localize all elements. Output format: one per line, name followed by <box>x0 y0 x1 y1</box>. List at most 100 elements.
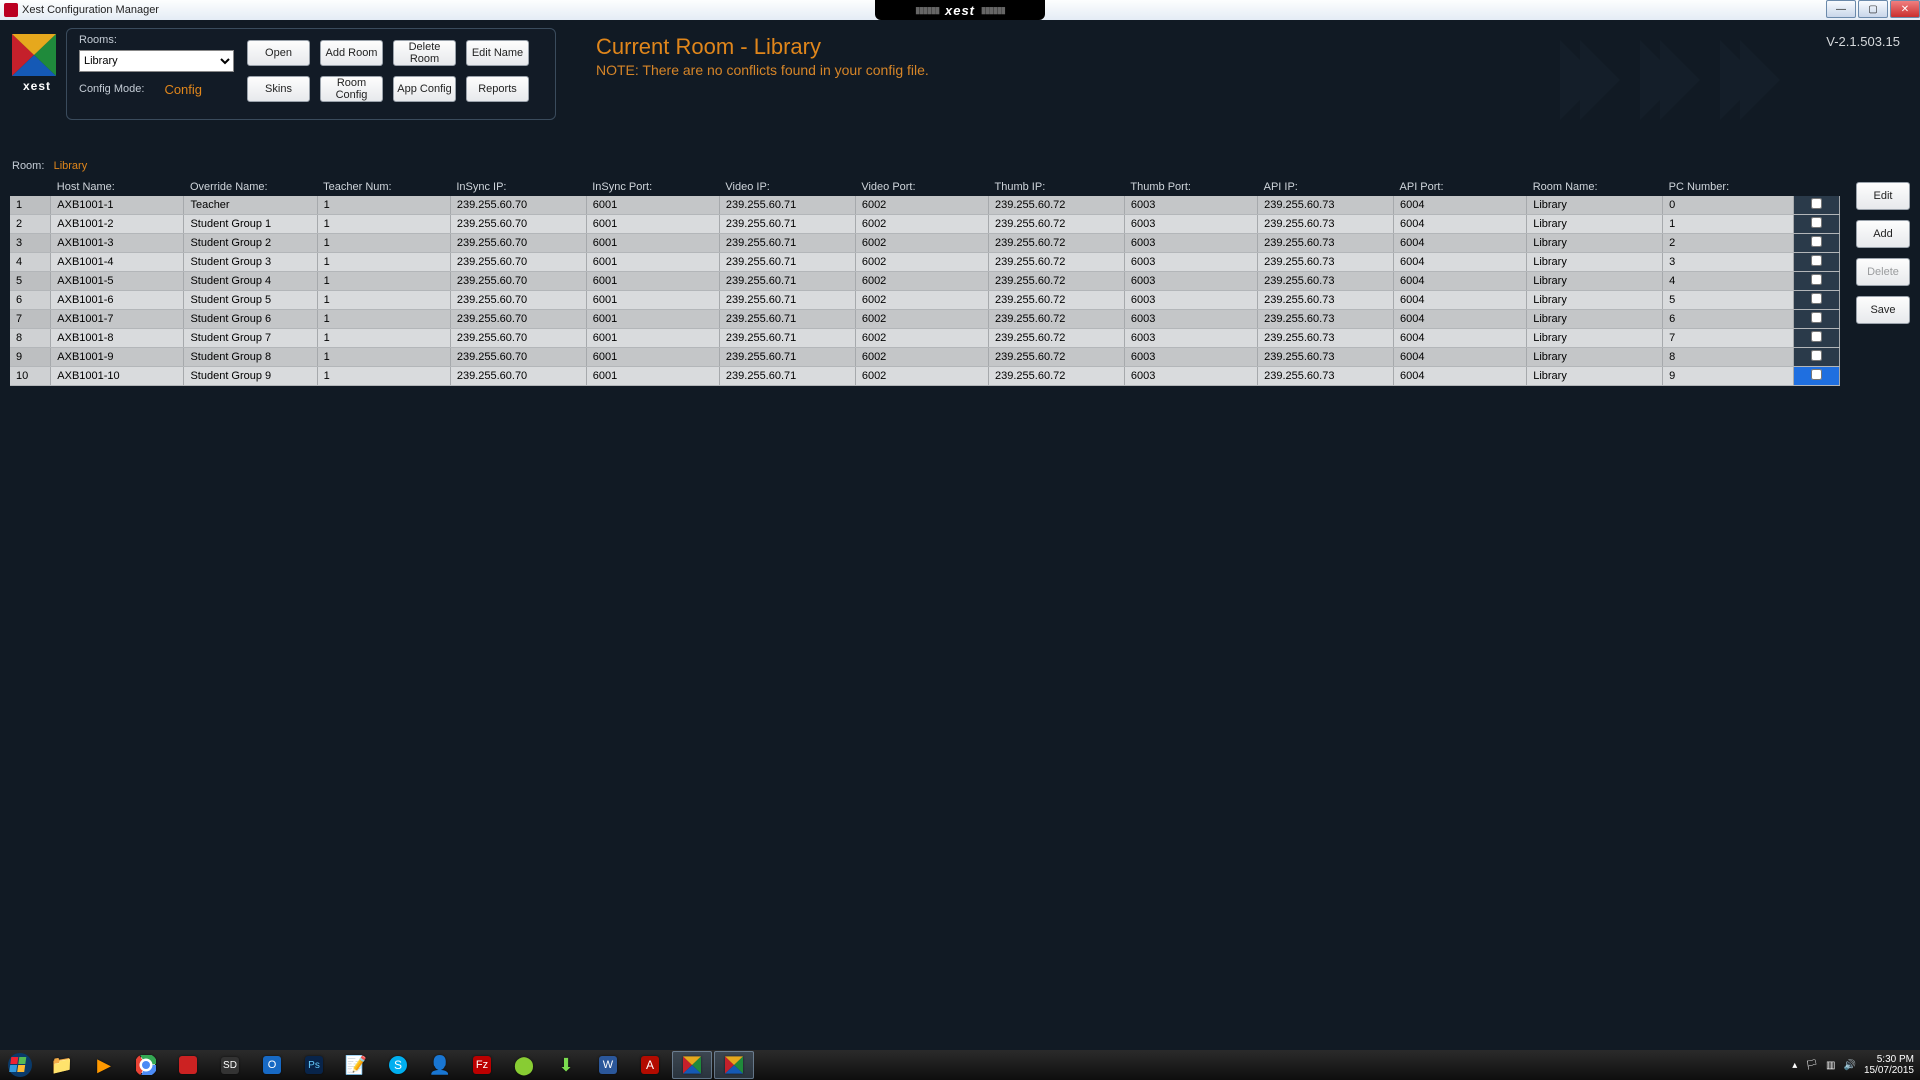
row-checkbox[interactable] <box>1811 217 1822 228</box>
cell-room[interactable]: Library <box>1527 291 1663 310</box>
row-checkbox-cell[interactable] <box>1793 367 1839 386</box>
window-handle[interactable]: ▮▮▮▮▮▮ xest ▮▮▮▮▮▮ <box>875 0 1045 20</box>
taskbar-chrome[interactable] <box>126 1051 166 1079</box>
cell-room[interactable]: Library <box>1527 234 1663 253</box>
taskbar-user-app[interactable]: 👤 <box>420 1051 460 1079</box>
cell-iip[interactable]: 239.255.60.70 <box>450 215 586 234</box>
tray-chevron-icon[interactable]: ▴ <box>1792 1060 1797 1071</box>
cell-override[interactable]: Student Group 3 <box>184 253 317 272</box>
rooms-select[interactable]: Library <box>79 50 234 72</box>
cell-iip[interactable]: 239.255.60.70 <box>450 234 586 253</box>
delete-room-button[interactable]: Delete Room <box>393 40 456 66</box>
taskbar-xest-1[interactable] <box>672 1051 712 1079</box>
cell-room[interactable]: Library <box>1527 367 1663 386</box>
cell-tip[interactable]: 239.255.60.72 <box>989 291 1125 310</box>
cell-tn[interactable]: 1 <box>317 196 450 215</box>
close-button[interactable]: ✕ <box>1890 0 1920 18</box>
col-api-ip[interactable]: API IP: <box>1258 178 1394 196</box>
tray-clock[interactable]: 5:30 PM 15/07/2015 <box>1864 1054 1914 1076</box>
row-checkbox-cell[interactable] <box>1793 215 1839 234</box>
cell-n[interactable]: 8 <box>10 329 51 348</box>
cell-host[interactable]: AXB1001-1 <box>51 196 184 215</box>
cell-vip[interactable]: 239.255.60.71 <box>719 291 855 310</box>
room-config-button[interactable]: Room Config <box>320 76 383 102</box>
cell-aip[interactable]: 239.255.60.73 <box>1258 272 1394 291</box>
cell-tip[interactable]: 239.255.60.72 <box>989 215 1125 234</box>
edit-name-button[interactable]: Edit Name <box>466 40 529 66</box>
cell-override[interactable]: Student Group 4 <box>184 272 317 291</box>
cell-iip[interactable]: 239.255.60.70 <box>450 272 586 291</box>
row-checkbox[interactable] <box>1811 350 1822 361</box>
tray-flag-icon[interactable]: 🏳 <box>1805 1060 1818 1071</box>
delete-button[interactable]: Delete <box>1856 258 1910 286</box>
cell-pc[interactable]: 0 <box>1663 196 1793 215</box>
cell-override[interactable]: Student Group 8 <box>184 348 317 367</box>
row-checkbox-cell[interactable] <box>1793 272 1839 291</box>
row-checkbox[interactable] <box>1811 312 1822 323</box>
taskbar-skype[interactable]: S <box>378 1051 418 1079</box>
cell-aport[interactable]: 6004 <box>1394 253 1527 272</box>
cell-n[interactable]: 4 <box>10 253 51 272</box>
table-row[interactable]: 1AXB1001-1Teacher1239.255.60.706001239.2… <box>10 196 1840 215</box>
col-teacher-num[interactable]: Teacher Num: <box>317 178 450 196</box>
taskbar-explorer[interactable]: 📁 <box>42 1051 82 1079</box>
maximize-button[interactable]: ▢ <box>1858 0 1888 18</box>
cell-n[interactable]: 9 <box>10 348 51 367</box>
cell-vip[interactable]: 239.255.60.71 <box>719 196 855 215</box>
taskbar-media-player[interactable]: ▶ <box>84 1051 124 1079</box>
row-checkbox-cell[interactable] <box>1793 253 1839 272</box>
col-host[interactable]: Host Name: <box>51 178 184 196</box>
cell-tport[interactable]: 6003 <box>1124 253 1257 272</box>
taskbar-sd[interactable]: SD <box>210 1051 250 1079</box>
cell-tport[interactable]: 6003 <box>1124 234 1257 253</box>
col-api-port[interactable]: API Port: <box>1394 178 1527 196</box>
cell-vip[interactable]: 239.255.60.71 <box>719 272 855 291</box>
cell-tport[interactable]: 6003 <box>1124 196 1257 215</box>
cell-tport[interactable]: 6003 <box>1124 348 1257 367</box>
cell-aip[interactable]: 239.255.60.73 <box>1258 367 1394 386</box>
cell-aip[interactable]: 239.255.60.73 <box>1258 253 1394 272</box>
cell-aport[interactable]: 6004 <box>1394 234 1527 253</box>
cell-aip[interactable]: 239.255.60.73 <box>1258 215 1394 234</box>
taskbar[interactable]: 📁 ▶ SD O Ps 📝 S 👤 Fz ⬤ ⬇ W A ▴ 🏳 ▥ 🔊 5:3… <box>0 1050 1920 1080</box>
cell-aip[interactable]: 239.255.60.73 <box>1258 234 1394 253</box>
row-checkbox-cell[interactable] <box>1793 234 1839 253</box>
tray-network-icon[interactable]: ▥ <box>1826 1060 1835 1071</box>
cell-tip[interactable]: 239.255.60.72 <box>989 272 1125 291</box>
cell-pc[interactable]: 1 <box>1663 215 1793 234</box>
table-row[interactable]: 3AXB1001-3Student Group 21239.255.60.706… <box>10 234 1840 253</box>
skins-button[interactable]: Skins <box>247 76 310 102</box>
cell-tport[interactable]: 6003 <box>1124 310 1257 329</box>
cell-override[interactable]: Student Group 6 <box>184 310 317 329</box>
cell-tport[interactable]: 6003 <box>1124 367 1257 386</box>
taskbar-android-studio[interactable]: ⬤ <box>504 1051 544 1079</box>
cell-aport[interactable]: 6004 <box>1394 310 1527 329</box>
cell-vip[interactable]: 239.255.60.71 <box>719 348 855 367</box>
reports-button[interactable]: Reports <box>466 76 529 102</box>
cell-n[interactable]: 7 <box>10 310 51 329</box>
cell-vport[interactable]: 6002 <box>855 367 988 386</box>
col-insync-port[interactable]: InSync Port: <box>586 178 719 196</box>
cell-room[interactable]: Library <box>1527 253 1663 272</box>
cell-iport[interactable]: 6001 <box>586 196 719 215</box>
taskbar-outlook[interactable]: O <box>252 1051 292 1079</box>
cell-vip[interactable]: 239.255.60.71 <box>719 234 855 253</box>
row-checkbox[interactable] <box>1811 331 1822 342</box>
col-video-ip[interactable]: Video IP: <box>719 178 855 196</box>
cell-iip[interactable]: 239.255.60.70 <box>450 310 586 329</box>
cell-override[interactable]: Teacher <box>184 196 317 215</box>
cell-iip[interactable]: 239.255.60.70 <box>450 329 586 348</box>
col-thumb-port[interactable]: Thumb Port: <box>1124 178 1257 196</box>
cell-host[interactable]: AXB1001-3 <box>51 234 184 253</box>
cell-vport[interactable]: 6002 <box>855 348 988 367</box>
cell-override[interactable]: Student Group 9 <box>184 367 317 386</box>
cell-aip[interactable]: 239.255.60.73 <box>1258 329 1394 348</box>
taskbar-filezilla[interactable]: Fz <box>462 1051 502 1079</box>
table-row[interactable]: 6AXB1001-6Student Group 51239.255.60.706… <box>10 291 1840 310</box>
cell-tip[interactable]: 239.255.60.72 <box>989 329 1125 348</box>
cell-host[interactable]: AXB1001-9 <box>51 348 184 367</box>
col-room-name[interactable]: Room Name: <box>1527 178 1663 196</box>
cell-tip[interactable]: 239.255.60.72 <box>989 348 1125 367</box>
start-button[interactable] <box>0 1050 40 1080</box>
cell-iport[interactable]: 6001 <box>586 329 719 348</box>
